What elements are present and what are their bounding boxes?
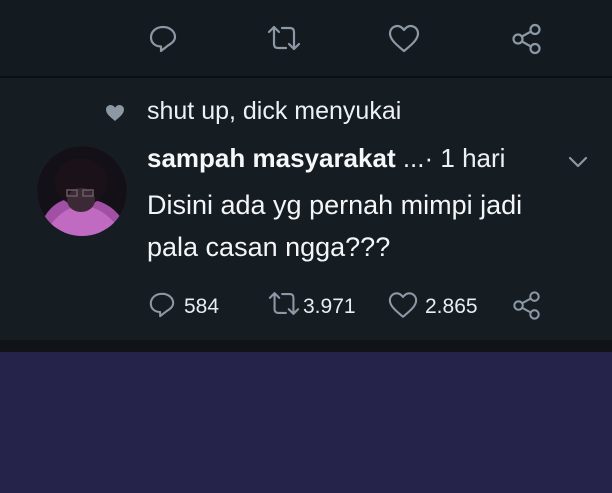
previous-tweet-action-bar: [0, 0, 612, 76]
share-icon[interactable]: [511, 23, 543, 55]
retweet-count: 3.971: [303, 295, 356, 318]
heart-icon: [105, 104, 125, 122]
reply-icon[interactable]: [148, 24, 178, 54]
share-icon[interactable]: [512, 290, 542, 321]
reply-icon[interactable]: [148, 290, 176, 320]
section-gap: [0, 340, 612, 352]
tweet-header: sampah masyarakat ...· 1 hari: [147, 143, 505, 174]
tweet-text: Disini ada yg pernah mimpi jadi pala cas…: [147, 190, 523, 262]
author-name[interactable]: sampah masyarakat: [147, 143, 396, 173]
like-count: 2.865: [425, 295, 478, 318]
liked-by-text[interactable]: shut up, dick menyukai: [147, 97, 401, 126]
bottom-panel: [0, 352, 612, 493]
tweet-time[interactable]: 1 hari: [440, 143, 505, 173]
heart-icon[interactable]: [388, 24, 420, 53]
chevron-down-icon[interactable]: [567, 155, 589, 169]
reply-count: 584: [184, 295, 220, 318]
author-ellipsis: ...: [395, 143, 425, 173]
retweet-icon[interactable]: [267, 290, 301, 317]
avatar[interactable]: [37, 146, 127, 236]
time-separator: ·: [424, 143, 441, 173]
retweet-icon[interactable]: [266, 24, 302, 52]
heart-icon[interactable]: [388, 291, 418, 319]
